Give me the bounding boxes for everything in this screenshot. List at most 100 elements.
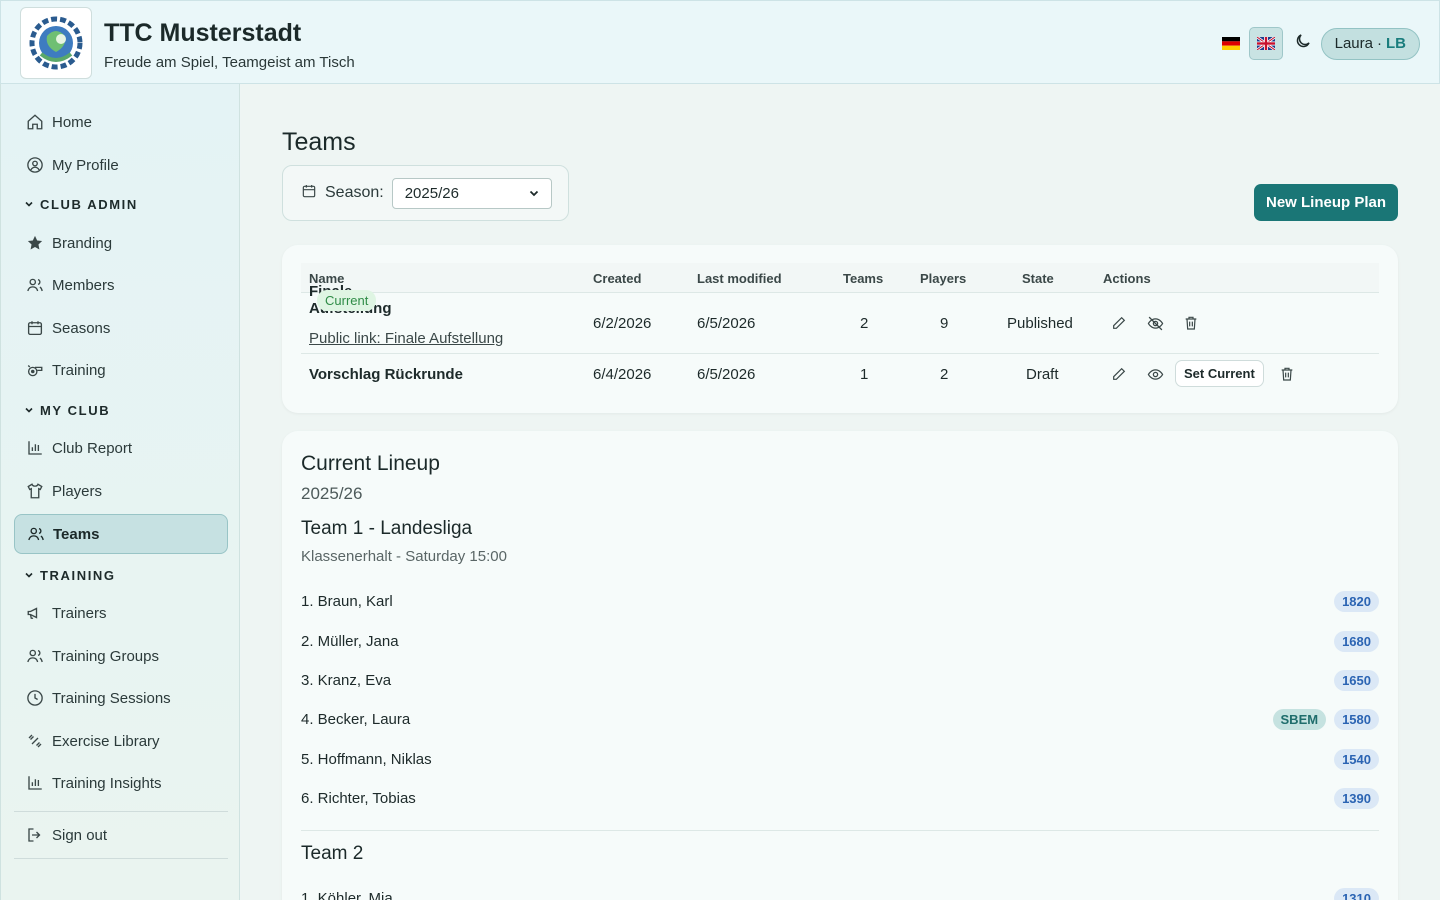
language-en-button[interactable] bbox=[1248, 27, 1283, 60]
player-name: 6. Richter, Tobias bbox=[301, 789, 416, 807]
section-my-club[interactable]: MY CLUB bbox=[24, 403, 110, 418]
sidebar-item-label: Trainers bbox=[52, 604, 107, 622]
dark-mode-toggle[interactable] bbox=[1285, 28, 1321, 60]
players-count: 9 bbox=[940, 315, 949, 332]
user-name: Laura bbox=[1334, 35, 1373, 52]
sbem-badge: SBEM bbox=[1272, 708, 1327, 730]
rating-badge: 1820 bbox=[1334, 590, 1379, 612]
season-filter: Season: 2025/26 bbox=[282, 165, 569, 221]
player-name: 1. Köhler, Mia bbox=[301, 889, 393, 900]
home-icon bbox=[26, 113, 44, 131]
team-title: Team 2 bbox=[301, 843, 364, 864]
table-row: Vorschlag Rückrunde 6/4/2026 6/5/2026 1 … bbox=[301, 354, 1379, 396]
club-tagline: Freude am Spiel, Teamgeist am Tisch bbox=[104, 54, 355, 71]
sidebar-item-training-insights[interactable]: Training Insights bbox=[14, 763, 228, 803]
player-row: 1. Braun, Karl 1820 bbox=[301, 590, 1379, 612]
sidebar-item-sign-out[interactable]: Sign out bbox=[14, 815, 228, 855]
edit-icon[interactable] bbox=[1110, 314, 1128, 332]
clock-icon bbox=[26, 689, 44, 707]
sidebar-item-label: Branding bbox=[52, 234, 113, 252]
user-separator: · bbox=[1377, 35, 1382, 52]
player-name: 4. Becker, Laura bbox=[301, 710, 411, 728]
language-de-button[interactable] bbox=[1213, 28, 1249, 60]
current-lineup-card: Current Lineup 2025/26 Team 1 - Landesli… bbox=[282, 431, 1398, 900]
user-circle-icon bbox=[26, 156, 44, 174]
season-select[interactable]: 2025/26 bbox=[391, 177, 552, 209]
rating-badge: 1650 bbox=[1334, 669, 1379, 691]
col-created[interactable]: Created bbox=[593, 271, 641, 286]
col-players[interactable]: Players bbox=[920, 271, 966, 286]
app-header: TTC Musterstadt Freude am Spiel, Teamgei… bbox=[0, 0, 1440, 84]
rating-badge: 1680 bbox=[1334, 630, 1379, 652]
eye-icon[interactable] bbox=[1146, 365, 1164, 383]
state: Published bbox=[1007, 315, 1073, 332]
table-row: Finale Aufstellung Current Public link: … bbox=[301, 283, 1379, 354]
section-club-admin[interactable]: CLUB ADMIN bbox=[24, 197, 138, 212]
page-title: Teams bbox=[282, 128, 356, 156]
sidebar-item-label: Members bbox=[52, 276, 115, 294]
chevron-down-icon bbox=[24, 403, 34, 418]
sidebar-item-trainers[interactable]: Trainers bbox=[14, 593, 228, 633]
sidebar-item-label: Training bbox=[52, 361, 106, 379]
whistle-icon bbox=[26, 361, 44, 379]
chevron-down-icon bbox=[24, 197, 34, 212]
col-last-modified[interactable]: Last modified bbox=[697, 271, 782, 286]
german-flag-icon bbox=[1221, 37, 1240, 50]
sidebar-item-label: Players bbox=[52, 482, 103, 500]
player-row: 4. Becker, Laura SBEM 1580 bbox=[301, 708, 1379, 730]
plan-name: Vorschlag Rückrunde bbox=[309, 366, 463, 383]
sidebar-item-training-groups[interactable]: Training Groups bbox=[14, 636, 228, 676]
users-icon bbox=[27, 525, 45, 543]
user-menu-button[interactable]: Laura · LB bbox=[1320, 27, 1420, 60]
edit-icon[interactable] bbox=[1110, 365, 1128, 383]
sidebar-item-label: Club Report bbox=[52, 439, 133, 457]
team-subtitle: Klassenerhalt - Saturday 15:00 bbox=[301, 548, 507, 565]
sidebar-item-my-profile[interactable]: My Profile bbox=[14, 145, 228, 185]
set-current-button[interactable]: Set Current bbox=[1175, 360, 1264, 387]
player-name: 1. Braun, Karl bbox=[301, 592, 393, 610]
sidebar-item-home[interactable]: Home bbox=[14, 102, 228, 142]
sidebar-item-club-report[interactable]: Club Report bbox=[14, 428, 228, 468]
player-name: 3. Kranz, Eva bbox=[301, 671, 392, 689]
megaphone-icon bbox=[26, 604, 44, 622]
sidebar-item-exercise-library[interactable]: Exercise Library bbox=[14, 721, 228, 761]
col-teams[interactable]: Teams bbox=[843, 271, 883, 286]
moon-icon bbox=[1294, 32, 1312, 55]
star-icon bbox=[26, 234, 44, 252]
rating-badge: 1390 bbox=[1334, 787, 1379, 809]
current-badge: Current bbox=[317, 289, 377, 311]
public-link[interactable]: Public link: Finale Aufstellung bbox=[309, 330, 503, 347]
trash-icon[interactable] bbox=[1278, 365, 1296, 383]
sidebar-item-teams[interactable]: Teams bbox=[14, 514, 228, 554]
sidebar-divider bbox=[14, 811, 228, 812]
new-lineup-plan-button[interactable]: New Lineup Plan bbox=[1253, 184, 1398, 221]
bar-chart-icon bbox=[26, 439, 44, 457]
sidebar-item-label: Sign out bbox=[52, 826, 108, 844]
dumbbell-icon bbox=[26, 732, 44, 750]
sidebar-item-seasons[interactable]: Seasons bbox=[14, 308, 228, 348]
section-training[interactable]: TRAINING bbox=[24, 568, 116, 583]
users-icon bbox=[26, 647, 44, 665]
eye-off-icon[interactable] bbox=[1146, 314, 1164, 332]
chevron-down-icon bbox=[24, 568, 34, 583]
col-state[interactable]: State bbox=[1022, 271, 1054, 286]
sidebar-item-branding[interactable]: Branding bbox=[14, 223, 228, 263]
shirt-icon bbox=[26, 482, 44, 500]
sidebar-item-label: Exercise Library bbox=[52, 732, 160, 750]
sidebar-item-players[interactable]: Players bbox=[14, 471, 228, 511]
sidebar-item-members[interactable]: Members bbox=[14, 265, 228, 305]
sidebar-item-label: Teams bbox=[53, 525, 100, 543]
lineup-title: Current Lineup bbox=[301, 452, 440, 475]
rating-badge: 1310 bbox=[1334, 887, 1379, 900]
trash-icon[interactable] bbox=[1182, 314, 1200, 332]
sidebar-item-training-sessions[interactable]: Training Sessions bbox=[14, 678, 228, 718]
sidebar-item-label: Home bbox=[52, 113, 93, 131]
sidebar-item-training[interactable]: Training bbox=[14, 350, 228, 390]
club-logo[interactable] bbox=[20, 7, 92, 79]
uk-flag-icon bbox=[1255, 35, 1276, 52]
users-icon bbox=[26, 276, 44, 294]
sidebar: Home My Profile CLUB ADMIN Branding Memb… bbox=[0, 84, 240, 900]
team-title: Team 1 - Landesliga bbox=[301, 518, 473, 539]
player-row: 3. Kranz, Eva 1650 bbox=[301, 669, 1379, 691]
calendar-icon bbox=[301, 183, 317, 204]
